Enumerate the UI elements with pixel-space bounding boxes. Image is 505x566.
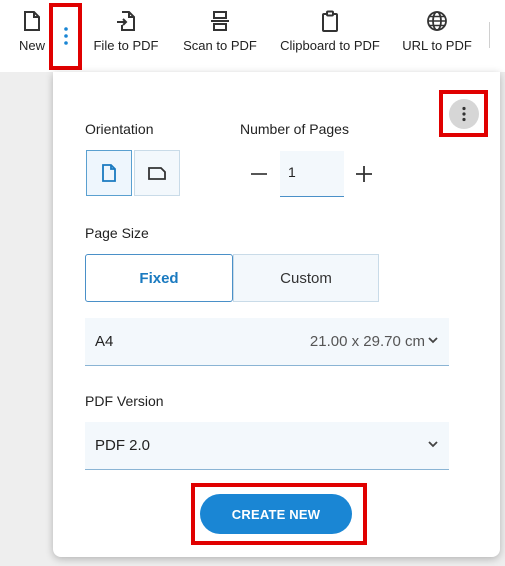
more-vertical-icon [462, 106, 466, 122]
url-to-pdf-button[interactable]: URL to PDF [402, 10, 472, 62]
file-to-pdf-button[interactable]: File to PDF [92, 10, 160, 62]
page-size-label: Page Size [85, 225, 149, 241]
clipboard-icon [322, 10, 338, 32]
new-pdf-panel: Orientation Number of Pages 1 Page Size … [53, 72, 500, 557]
chevron-down-icon [428, 337, 438, 344]
toolbar-divider [489, 22, 490, 48]
landscape-icon [148, 167, 166, 180]
scan-to-pdf-button[interactable]: Scan to PDF [182, 10, 258, 62]
size-mode-fixed-button[interactable]: Fixed [85, 254, 233, 302]
pages-input[interactable]: 1 [280, 151, 344, 197]
url-to-pdf-label: URL to PDF [402, 38, 472, 53]
toolbar: New File to PDF Scan to PDF Clipboard to… [0, 0, 505, 72]
new-button[interactable]: New [18, 10, 46, 62]
page-size-dimensions: 21.00 x 29.70 cm [309, 333, 425, 350]
more-vertical-icon [64, 27, 68, 45]
scanner-icon [211, 11, 229, 31]
file-import-icon [117, 11, 135, 31]
portrait-icon [102, 164, 116, 182]
pages-increment-button[interactable] [354, 164, 374, 184]
minus-icon [251, 173, 267, 175]
pages-label: Number of Pages [240, 121, 349, 137]
orientation-landscape-button[interactable] [134, 150, 180, 196]
new-document-icon [24, 11, 40, 31]
size-mode-custom-button[interactable]: Custom [233, 254, 379, 302]
globe-icon [427, 11, 447, 31]
clipboard-to-pdf-button[interactable]: Clipboard to PDF [280, 10, 380, 62]
page-size-name: A4 [95, 333, 114, 350]
file-to-pdf-label: File to PDF [93, 38, 159, 53]
pdf-version-label: PDF Version [85, 393, 164, 409]
more-options-button[interactable] [56, 10, 76, 62]
plus-icon [356, 166, 372, 182]
chevron-down-icon [428, 441, 438, 448]
orientation-portrait-button[interactable] [86, 150, 132, 196]
scan-to-pdf-label: Scan to PDF [183, 38, 257, 53]
create-new-button[interactable]: CREATE NEW [200, 494, 352, 534]
panel-more-button[interactable] [449, 99, 479, 129]
pdf-version-value: PDF 2.0 [95, 437, 151, 454]
orientation-label: Orientation [85, 121, 154, 137]
pdf-version-select[interactable]: PDF 2.0 [85, 422, 449, 470]
pages-decrement-button[interactable] [249, 164, 269, 184]
new-button-label: New [18, 38, 45, 53]
clipboard-to-pdf-label: Clipboard to PDF [280, 38, 380, 53]
page-size-select[interactable]: A4 21.00 x 29.70 cm [85, 318, 449, 366]
